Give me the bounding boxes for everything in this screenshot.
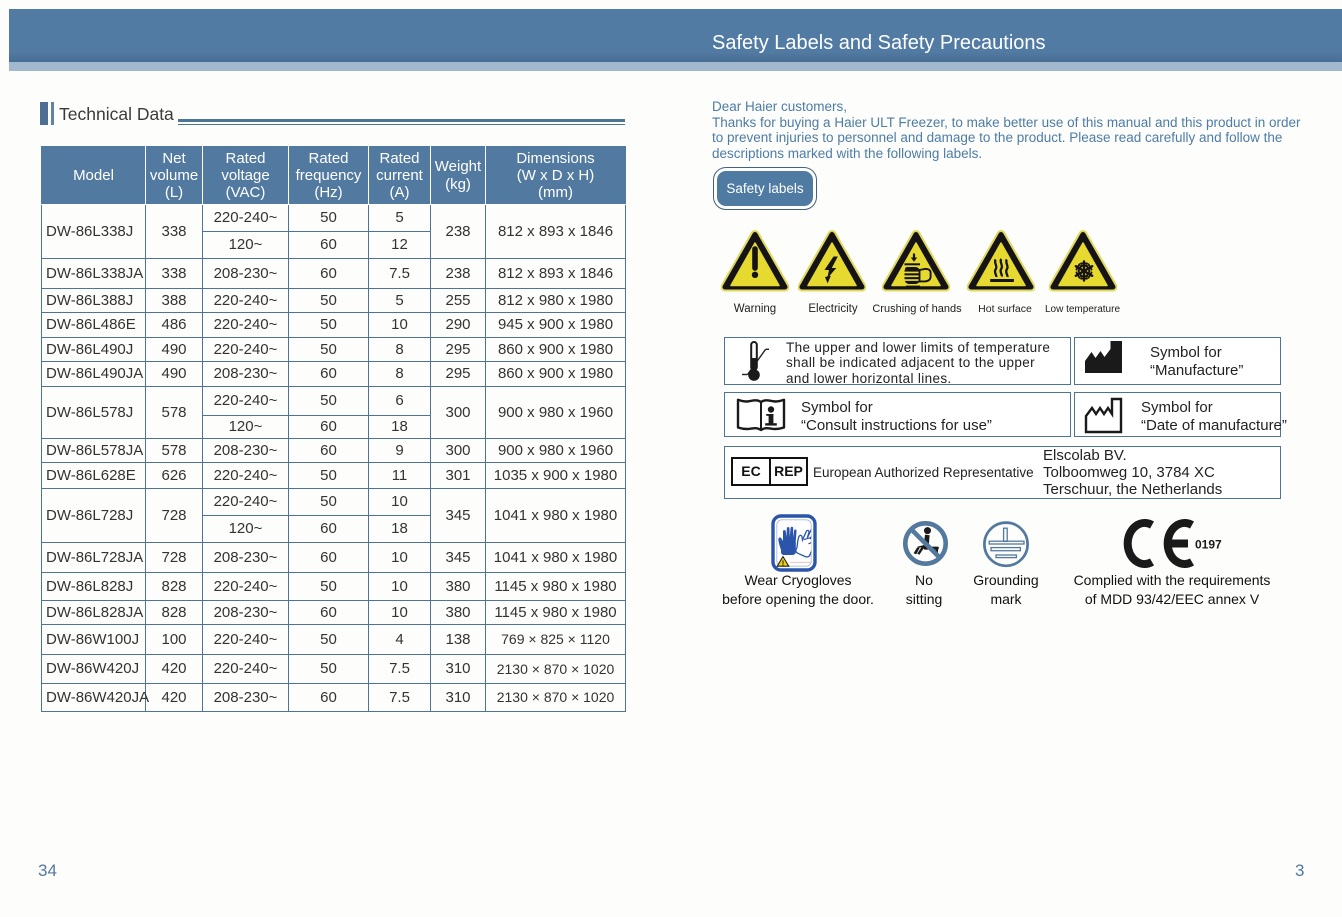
svg-text:0197: 0197 [1195,538,1222,552]
svg-text:!: ! [782,558,785,567]
